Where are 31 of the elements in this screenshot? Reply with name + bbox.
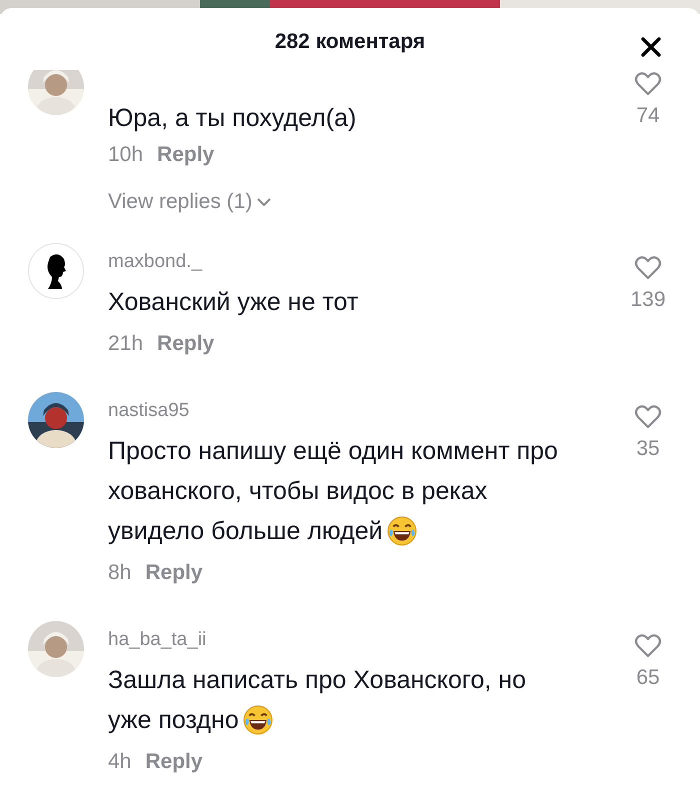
comment-text: Юра, а ты похудел(а) — [108, 103, 356, 134]
comment-text: Хованский уже не тот — [108, 287, 358, 318]
like-count: 35 — [636, 437, 660, 461]
comment-time: 10h — [108, 143, 144, 167]
heart-icon[interactable] — [634, 71, 662, 97]
like-count: 74 — [636, 104, 660, 128]
close-icon[interactable] — [640, 36, 662, 58]
username[interactable]: maxbond._ — [108, 251, 202, 272]
heart-icon[interactable] — [634, 633, 662, 659]
heart-icon[interactable] — [634, 255, 662, 281]
username[interactable]: ha_ba_ta_ii — [108, 629, 206, 650]
comment-time: 21h — [108, 332, 144, 356]
like-count: 139 — [630, 288, 666, 312]
username[interactable]: nastisa95 — [108, 400, 190, 421]
chevron-down-icon[interactable] — [256, 196, 272, 208]
comment-text: уже поздно — [108, 705, 239, 736]
comment-text: Просто напишу ещё один коммент про — [108, 436, 558, 467]
comment-text: Зашла написать про Хованского, но — [108, 665, 526, 696]
comment-text: хованского, чтобы видос в реках — [108, 476, 488, 507]
heart-icon[interactable] — [634, 404, 662, 430]
like-count: 65 — [636, 666, 660, 690]
silhouette-avatar-icon[interactable] — [28, 243, 84, 299]
comment-time: 4h — [108, 750, 132, 774]
comment-time: 8h — [108, 561, 132, 585]
reply-button[interactable]: Reply — [145, 750, 203, 774]
comments-title: 282 коментаря — [274, 30, 426, 54]
reply-button[interactable]: Reply — [157, 332, 214, 356]
reply-button[interactable]: Reply — [145, 561, 203, 585]
comment-text: увидело больше людей — [108, 516, 383, 547]
view-replies-link[interactable]: View replies (1) — [108, 190, 252, 214]
reply-button[interactable]: Reply — [157, 143, 214, 167]
